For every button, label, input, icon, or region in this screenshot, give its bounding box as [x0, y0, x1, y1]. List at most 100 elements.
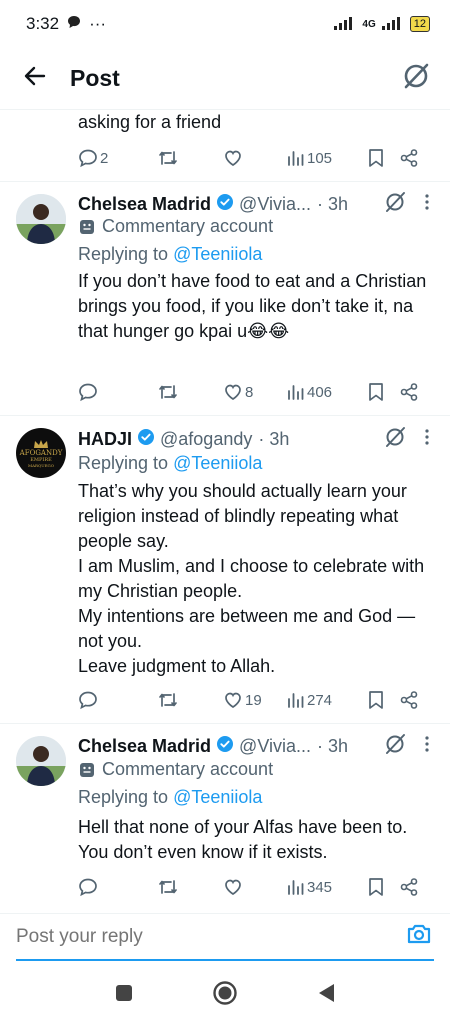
reply-button[interactable] — [78, 877, 157, 897]
share-icon — [400, 878, 418, 896]
bookmark-icon — [369, 691, 383, 709]
header: Post — [0, 48, 450, 110]
post-body: That’s why you should actually learn you… — [78, 479, 438, 679]
views-icon — [288, 693, 304, 708]
avatar[interactable]: AFOGANDY EMPIRE MARQUEGO — [16, 428, 66, 478]
mention-link[interactable]: @Teeniiola — [173, 244, 262, 264]
composer-underline — [16, 959, 434, 961]
bookmark-button[interactable] — [367, 382, 399, 402]
like-count: 19 — [245, 691, 262, 709]
post-header: Chelsea Madrid @Vivia... · 3h — [78, 733, 430, 760]
author-name[interactable]: HADJI — [78, 429, 132, 450]
recents-button[interactable] — [114, 983, 134, 1008]
reply-button[interactable] — [78, 690, 157, 710]
status-bar: 3:32 ··· 4G 12 — [0, 0, 450, 48]
reply-post[interactable]: Chelsea Madrid @Vivia... · 3h Commentary… — [0, 182, 450, 415]
verified-badge-icon — [137, 428, 155, 451]
avatar[interactable] — [16, 194, 66, 244]
views-icon — [288, 151, 304, 166]
bookmark-button[interactable] — [367, 148, 399, 168]
like-button[interactable] — [223, 148, 287, 168]
views-button[interactable]: 274 — [287, 691, 367, 709]
replying-to: Replying to @Teeniiola — [78, 453, 262, 474]
commentary-label: Commentary account — [78, 216, 273, 237]
view-count: 406 — [307, 383, 333, 401]
view-count: 105 — [307, 149, 333, 167]
avatar-logo-subtext-2: MARQUEGO — [27, 462, 55, 468]
reply-post[interactable]: Chelsea Madrid @Vivia... · 3h Commentary… — [0, 724, 450, 912]
grok-icon — [386, 734, 405, 754]
repost-icon — [159, 693, 177, 707]
theater-masks-icon — [80, 762, 94, 777]
heart-icon — [225, 879, 241, 895]
views-button[interactable]: 345 — [287, 878, 367, 896]
repost-button[interactable] — [157, 690, 223, 710]
action-bar: 19 274 — [78, 688, 430, 712]
author-handle[interactable]: @Vivia... — [239, 194, 311, 215]
mention-link[interactable]: @Teeniiola — [173, 787, 262, 807]
author-handle[interactable]: @afogandy — [160, 429, 252, 450]
grok-post-button[interactable] — [384, 426, 406, 453]
reply-input[interactable] — [16, 925, 376, 948]
commentary-text: Commentary account — [102, 759, 274, 779]
camera-icon — [407, 924, 431, 944]
heart-icon — [225, 384, 241, 400]
share-button[interactable] — [399, 877, 423, 897]
views-button[interactable]: 406 — [287, 383, 367, 401]
replying-prefix: Replying to — [78, 787, 174, 807]
repost-icon — [159, 385, 177, 399]
post-body: Hell that none of your Alfas have been t… — [78, 815, 438, 865]
share-button[interactable] — [399, 148, 423, 168]
triangle-back-icon — [319, 983, 334, 1002]
grok-button[interactable] — [402, 62, 430, 95]
grok-icon — [386, 192, 405, 212]
reply-button[interactable]: 2 — [78, 148, 157, 168]
like-button[interactable]: 19 — [223, 690, 287, 710]
like-button[interactable] — [223, 877, 287, 897]
network-type: 4G — [362, 18, 376, 30]
reply-button[interactable] — [78, 382, 157, 402]
share-button[interactable] — [399, 690, 423, 710]
author-handle[interactable]: @Vivia... — [239, 736, 311, 757]
avatar[interactable] — [16, 736, 66, 786]
replying-to: Replying to @Teeniiola — [78, 787, 262, 808]
like-button[interactable]: 8 — [223, 382, 287, 402]
grok-icon — [386, 427, 405, 447]
bookmark-button[interactable] — [367, 877, 399, 897]
repost-button[interactable] — [157, 148, 223, 168]
reply-icon — [79, 383, 97, 402]
grok-post-button[interactable] — [384, 191, 406, 218]
post-time: · 3h — [317, 194, 349, 214]
repost-button[interactable] — [157, 382, 223, 402]
circle-icon — [213, 980, 237, 1005]
author-name[interactable]: Chelsea Madrid — [78, 736, 211, 757]
grok-post-button[interactable] — [384, 733, 406, 760]
home-button[interactable] — [212, 980, 238, 1011]
replying-to: Replying to @Teeniiola — [78, 244, 262, 265]
share-button[interactable] — [399, 382, 423, 402]
replying-prefix: Replying to — [78, 453, 174, 473]
views-button[interactable]: 105 — [287, 149, 367, 167]
more-notifications-icon: ··· — [89, 14, 107, 33]
signal-icon-2 — [381, 16, 404, 33]
mention-link[interactable]: @Teeniiola — [173, 453, 262, 473]
theater-masks-icon — [80, 219, 94, 234]
back-nav-button[interactable] — [316, 982, 336, 1009]
repost-button[interactable] — [157, 877, 223, 897]
more-vertical-icon — [425, 429, 429, 445]
reply-count: 2 — [100, 149, 109, 167]
share-icon — [400, 149, 418, 167]
more-options-button[interactable] — [424, 428, 430, 451]
more-options-button[interactable] — [424, 193, 430, 216]
heart-icon — [225, 692, 241, 708]
previous-post-text: asking for a friend — [78, 112, 222, 132]
author-name[interactable]: Chelsea Madrid — [78, 194, 211, 215]
bookmark-button[interactable] — [367, 690, 399, 710]
reply-post[interactable]: AFOGANDY EMPIRE MARQUEGO HADJI @afogandy… — [0, 416, 450, 723]
more-options-button[interactable] — [424, 735, 430, 758]
arrow-left-icon — [24, 66, 46, 85]
status-time: 3:32 — [26, 14, 60, 33]
view-count: 274 — [307, 691, 333, 709]
back-button[interactable] — [0, 62, 70, 96]
camera-button[interactable] — [406, 922, 432, 951]
